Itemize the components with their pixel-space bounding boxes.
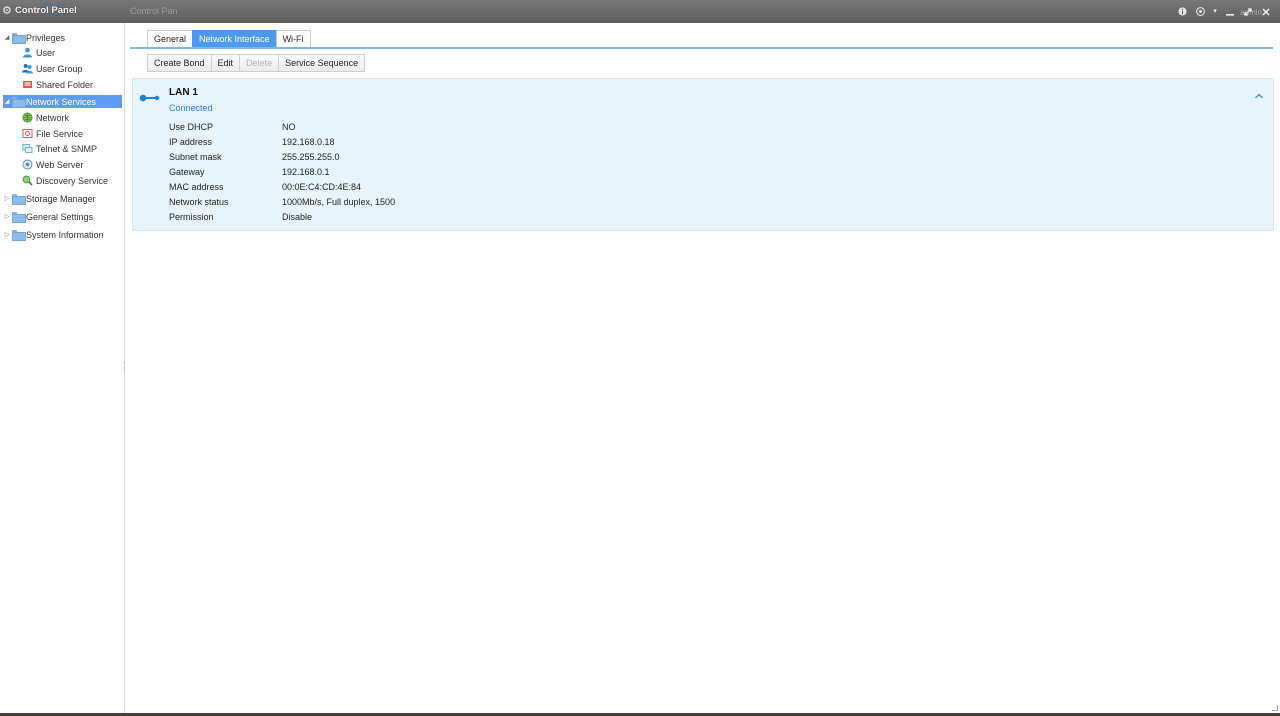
tree-item-network-services[interactable]: ◢ Network Services <box>3 95 122 108</box>
minimize-icon[interactable] <box>1224 6 1236 18</box>
detail-label: Gateway <box>169 167 205 177</box>
tree-item-network[interactable]: Network <box>21 111 69 124</box>
background-taskbar-tab: Control Pan <box>130 6 178 16</box>
ethernet-link-icon <box>139 94 160 102</box>
tree-item-label: Network Services <box>26 96 97 107</box>
network-globe-icon <box>21 112 33 124</box>
collapsed-arrow-icon[interactable]: ▷ <box>3 195 11 202</box>
tab-bar: General Network Interface Wi-Fi <box>147 30 311 47</box>
tree-item-label: System Information <box>26 229 104 240</box>
detail-value: 00:0E:C4:CD:4E:84 <box>282 182 362 192</box>
tree-item-label: Telnet & SNMP <box>36 143 98 154</box>
folder-icon <box>12 230 26 241</box>
tree-item-system-information[interactable]: ▷ System Information <box>3 228 104 241</box>
detail-value: 255.255.255.0 <box>282 152 340 162</box>
telnet-icon <box>21 143 33 155</box>
tab-wifi[interactable]: Wi-Fi <box>275 30 311 47</box>
detail-label: MAC address <box>169 182 224 192</box>
detail-value: 192.168.0.1 <box>282 167 330 177</box>
tree-item-user-group[interactable]: User Group <box>21 62 83 75</box>
globe-icon[interactable] <box>1194 6 1206 18</box>
detail-label: Permission <box>169 212 214 222</box>
discovery-icon <box>21 175 33 187</box>
tree-item-label: Network <box>36 112 70 123</box>
tree-item-label: Privileges <box>26 32 66 43</box>
expanded-arrow-icon[interactable]: ◢ <box>3 34 11 41</box>
delete-button[interactable]: Delete <box>239 54 280 72</box>
folder-icon <box>12 194 26 205</box>
tree-item-label: User Group <box>36 63 83 74</box>
connection-status: Connected <box>169 103 213 113</box>
tree-item-privileges[interactable]: ◢ Privileges <box>3 31 65 44</box>
lan-interface-card[interactable]: LAN 1 Connected Use DHCP NO IP address 1… <box>132 78 1274 231</box>
collapsed-arrow-icon[interactable]: ▷ <box>3 213 11 220</box>
tab-network-interface[interactable]: Network Interface <box>192 30 277 47</box>
detail-value: Disable <box>282 212 313 222</box>
tree-item-discovery-service[interactable]: Discovery Service <box>21 174 108 187</box>
shared-folder-icon <box>21 79 33 91</box>
detail-label: Use DHCP <box>169 122 214 132</box>
file-service-icon <box>21 128 33 140</box>
tree-item-label: Web Server <box>36 159 84 170</box>
tree-item-web-server[interactable]: Web Server <box>21 158 83 171</box>
tree-item-label: User <box>36 47 56 58</box>
close-icon[interactable] <box>1260 6 1272 18</box>
tree-item-storage-manager[interactable]: ▷ Storage Manager <box>3 192 96 205</box>
detail-label: Network status <box>169 197 229 207</box>
expanded-arrow-icon[interactable]: ◢ <box>3 98 11 105</box>
info-icon[interactable] <box>1176 6 1188 18</box>
user-icon <box>21 47 33 59</box>
main-panel: General Network Interface Wi-Fi Create B… <box>126 23 1280 713</box>
tree-item-file-service[interactable]: File Service <box>21 127 83 140</box>
detail-label: IP address <box>169 137 212 147</box>
toolbar: Create Bond Edit Delete Service Sequence <box>147 54 366 72</box>
detail-label: Subnet mask <box>169 152 222 162</box>
tree-item-label: Discovery Service <box>36 175 109 186</box>
tree-item-label: Storage Manager <box>26 193 96 204</box>
chevron-up-icon[interactable] <box>1253 91 1265 103</box>
collapsed-arrow-icon[interactable]: ▷ <box>3 231 11 238</box>
tree-item-user[interactable]: User <box>21 46 55 59</box>
detail-value: NO <box>282 122 296 132</box>
detail-value: 1000Mb/s, Full duplex, 1500 <box>282 197 396 207</box>
folder-icon <box>12 97 26 108</box>
sidebar-tree: ◢ Privileges User User Group Shared Fold… <box>0 23 125 713</box>
tab-general[interactable]: General <box>147 30 194 47</box>
detail-value: 192.168.0.18 <box>282 137 335 147</box>
edit-button[interactable]: Edit <box>210 54 241 72</box>
window-controls: ▾ <box>1176 3 1272 20</box>
tab-underline <box>130 47 1273 49</box>
tree-item-label: General Settings <box>26 211 94 222</box>
folder-icon <box>12 212 26 223</box>
tree-item-shared-folder[interactable]: Shared Folder <box>21 78 93 91</box>
tree-item-label: Shared Folder <box>36 79 94 90</box>
chevron-down-icon[interactable]: ▾ <box>1212 6 1218 18</box>
interface-name: LAN 1 <box>169 87 198 98</box>
window-title: Control Panel <box>15 5 77 16</box>
create-bond-button[interactable]: Create Bond <box>147 54 212 72</box>
folder-icon <box>12 33 26 44</box>
restore-icon[interactable] <box>1242 6 1254 18</box>
gear-icon: ⚙ <box>2 5 12 17</box>
tree-item-general-settings[interactable]: ▷ General Settings <box>3 210 93 223</box>
web-server-icon <box>21 159 33 171</box>
window-titlebar: ⚙ OS Control Panel Control Pan admin ▾ <box>0 0 1280 23</box>
tree-item-label: File Service <box>36 128 84 139</box>
service-sequence-button[interactable]: Service Sequence <box>278 54 366 72</box>
tree-item-telnet-snmp[interactable]: Telnet & SNMP <box>21 142 97 155</box>
window-resize-grip[interactable] <box>1272 705 1278 711</box>
user-group-icon <box>21 63 33 75</box>
